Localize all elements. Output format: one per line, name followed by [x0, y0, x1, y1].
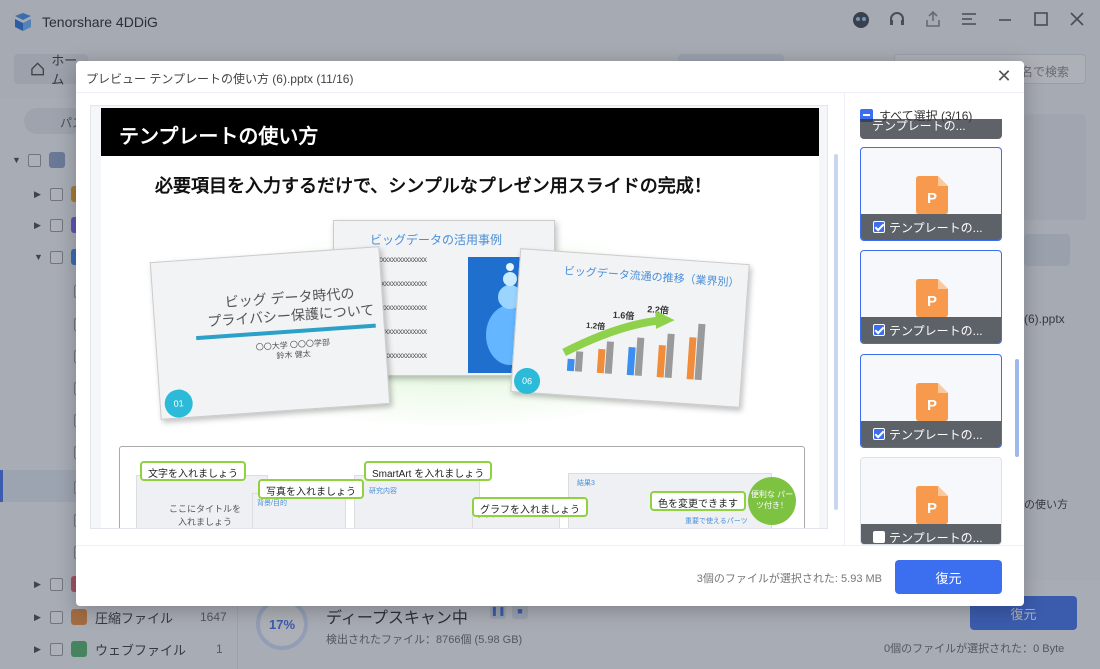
mini-result: 結果3 — [577, 480, 595, 487]
pptx-file-icon: P — [916, 486, 948, 524]
slide-header: テンプレートの使い方 — [101, 108, 819, 156]
callout-color: 色を変更できます — [650, 491, 746, 511]
pptx-file-icon: P — [916, 176, 948, 214]
svg-text:P: P — [927, 500, 937, 517]
thumbnail-caption: テンプレートの... — [861, 421, 1001, 447]
svg-text:P: P — [927, 397, 937, 414]
thumbnail-checkbox[interactable] — [873, 531, 885, 543]
callout-text: 文字を入れましょう — [140, 461, 246, 481]
mini-title: ここにタイトルを 入れましょう — [168, 504, 241, 527]
thumbnail-checkbox[interactable] — [873, 428, 885, 440]
modal-footer: 3個のファイルが選択された: 5.93 MB 復元 — [76, 545, 1024, 606]
thumbnail-partial[interactable]: テンプレートの... — [860, 119, 1002, 139]
thumbnail-caption: テンプレートの... — [861, 317, 1001, 343]
thumbnail[interactable]: P テンプレートの... — [860, 354, 1002, 448]
svg-text:P: P — [927, 190, 937, 207]
selected-files-info: 3個のファイルが選択された: 5.93 MB — [696, 573, 882, 585]
pptx-file-icon: P — [916, 383, 948, 421]
card-title: ビッグデータ流通の推移（業界別） — [563, 265, 740, 290]
preview-modal: プレビュー テンプレートの使い方 (6).pptx (11/16) ✕ テンプレ… — [76, 61, 1024, 606]
card-bar-chart — [562, 310, 706, 381]
thumbnail-checkbox[interactable] — [873, 221, 885, 233]
thumbnail-label: テンプレートの... — [872, 119, 966, 133]
modal-header: プレビュー テンプレートの使い方 (6).pptx (11/16) ✕ — [76, 61, 1024, 93]
slide-badge: 便利な パーツ付き！ — [748, 477, 796, 525]
slide-preview-area: テンプレートの使い方 必要項目を入力するだけで、シンプルなプレゼン用スライドの完… — [90, 105, 838, 529]
mini-parts: 重要で使えるパーツ — [685, 518, 748, 525]
thumbnail-caption: テンプレートの... — [861, 214, 1001, 240]
pptx-file-icon: P — [916, 279, 948, 317]
thumbnail-scrollbar[interactable] — [1015, 359, 1019, 457]
svg-text:P: P — [927, 293, 937, 310]
slide-card-3: ビッグデータ流通の推移（業界別） 1.2倍 1.6倍 2.2倍 06 — [510, 248, 750, 408]
restore-button[interactable]: 復元 — [895, 560, 1002, 594]
slide-subtitle: 必要項目を入力するだけで、シンプルなプレゼン用スライドの完成！ — [155, 176, 712, 196]
thumbnail[interactable]: P テンプレートの... — [860, 250, 1002, 344]
thumbnail-label: テンプレートの... — [889, 220, 983, 235]
callout-photo: 写真を入れましょう — [258, 479, 364, 499]
thumbnail[interactable]: P テンプレートの... — [860, 147, 1002, 241]
thumbnail-label: テンプレートの... — [889, 530, 983, 545]
card-number: 06 — [513, 367, 541, 395]
callout-smartart: SmartArt を入れましょう — [364, 461, 493, 481]
modal-title: プレビュー テンプレートの使い方 (6).pptx (11/16) — [86, 72, 354, 86]
mini-research: 研究内容 — [369, 488, 397, 495]
thumbnail-label: テンプレートの... — [889, 323, 983, 338]
mini-slide: 研究内容 — [354, 475, 480, 528]
slide-template-strip: ここにタイトルを 入れましょう 背景/目的 研究内容 グラフ2 結果3 重要で使… — [119, 446, 805, 528]
close-icon[interactable]: ✕ — [994, 66, 1014, 86]
slide-preview: テンプレートの使い方 必要項目を入力するだけで、シンプルなプレゼン用スライドの完… — [101, 108, 819, 528]
mini-bg: 背景/目的 — [257, 500, 287, 507]
slide-card-1: ビッグ データ時代の プライバシー保護について 〇〇大学 〇〇〇学部 鈴木 健太… — [149, 246, 391, 420]
thumbnail[interactable]: P テンプレートの... — [860, 457, 1002, 545]
preview-scrollbar[interactable] — [834, 154, 838, 510]
card-title: ビッグデータの活用事例 — [370, 233, 503, 247]
thumbnail-checkbox[interactable] — [873, 324, 885, 336]
card-number: 01 — [163, 388, 194, 419]
card-row: xxxxxxxxxxxxxxx — [374, 255, 427, 264]
thumbnail-label: テンプレートの... — [889, 427, 983, 442]
thumbnail-caption: テンプレートの... — [861, 524, 1001, 545]
mini-slide: ここにタイトルを 入れましょう — [136, 475, 268, 528]
callout-graph: グラフを入れましょう — [472, 497, 588, 517]
